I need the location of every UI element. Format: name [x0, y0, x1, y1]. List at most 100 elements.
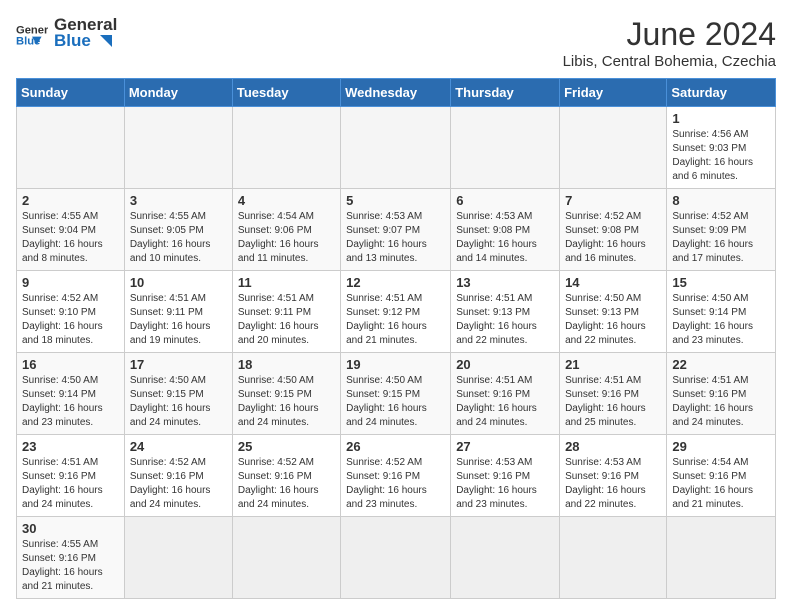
calendar-day-cell: 14 Sunrise: 4:50 AMSunset: 9:13 PMDayligh…: [560, 271, 667, 353]
logo: General Blue General Blue: [16, 16, 117, 50]
calendar-week-row: 9Sunrise: 4:52 AMSunset: 9:10 PMDaylight…: [17, 271, 776, 353]
calendar-day-cell: 6 Sunrise: 4:53 AMSunset: 9:08 PMDaylight…: [451, 189, 560, 271]
day-info: Sunrise: 4:55 AMSunset: 9:16 PMDaylight:…: [22, 538, 119, 594]
calendar-day-cell: 9Sunrise: 4:52 AMSunset: 9:10 PMDaylight…: [17, 271, 125, 353]
calendar-table: Sunday Monday Tuesday Wednesday Thursday…: [16, 78, 776, 599]
day-number: 2: [22, 193, 119, 208]
day-number: 7: [565, 193, 661, 208]
calendar-day-cell: 26 Sunrise: 4:52 AMSunset: 9:16 PMDayligh…: [341, 435, 451, 517]
day-number: 25: [238, 439, 335, 454]
calendar-day-cell: [232, 517, 340, 599]
calendar-week-row: 16Sunrise: 4:50 AMSunset: 9:14 PMDayligh…: [17, 353, 776, 435]
day-info: Sunrise: 4:51 AMSunset: 9:16 PMDaylight:…: [22, 456, 119, 512]
day-number: 6: [456, 193, 554, 208]
svg-text:Blue: Blue: [16, 36, 40, 47]
location: Libis, Central Bohemia, Czechia: [563, 53, 776, 70]
day-info: Sunrise: 4:52 AMSunset: 9:16 PMDaylight:…: [238, 456, 335, 512]
calendar-day-cell: 10 Sunrise: 4:51 AMSunset: 9:11 PMDayligh…: [124, 271, 232, 353]
day-number: 17: [130, 357, 227, 372]
day-number: 5: [346, 193, 445, 208]
day-info: Sunrise: 4:50 AMSunset: 9:13 PMDaylight:…: [565, 292, 661, 348]
calendar-day-cell: 20Sunrise: 4:51 AMSunset: 9:16 PMDayligh…: [451, 353, 560, 435]
calendar-day-cell: 30Sunrise: 4:55 AMSunset: 9:16 PMDayligh…: [17, 517, 125, 599]
calendar-day-cell: 2 Sunrise: 4:55 AMSunset: 9:04 PMDaylight…: [17, 189, 125, 271]
calendar-day-cell: 1 Sunrise: 4:56 AMSunset: 9:03 PMDaylight…: [667, 107, 776, 189]
day-number: 19: [346, 357, 445, 372]
day-number: 9: [22, 275, 119, 290]
col-tuesday: Tuesday: [232, 79, 340, 107]
day-info: Sunrise: 4:52 AMSunset: 9:08 PMDaylight:…: [565, 210, 661, 266]
calendar-header-row: Sunday Monday Tuesday Wednesday Thursday…: [17, 79, 776, 107]
day-number: 21: [565, 357, 661, 372]
logo-triangle-icon: [96, 35, 112, 47]
calendar-day-cell: [451, 107, 560, 189]
day-number: 24: [130, 439, 227, 454]
day-info: Sunrise: 4:50 AMSunset: 9:15 PMDaylight:…: [346, 374, 445, 430]
calendar-week-row: 1 Sunrise: 4:56 AMSunset: 9:03 PMDaylight…: [17, 107, 776, 189]
day-info: Sunrise: 4:51 AMSunset: 9:11 PMDaylight:…: [238, 292, 335, 348]
day-info: Sunrise: 4:51 AMSunset: 9:16 PMDaylight:…: [672, 374, 770, 430]
day-info: Sunrise: 4:50 AMSunset: 9:15 PMDaylight:…: [130, 374, 227, 430]
day-info: Sunrise: 4:52 AMSunset: 9:16 PMDaylight:…: [346, 456, 445, 512]
day-info: Sunrise: 4:53 AMSunset: 9:08 PMDaylight:…: [456, 210, 554, 266]
calendar-week-row: 2 Sunrise: 4:55 AMSunset: 9:04 PMDaylight…: [17, 189, 776, 271]
calendar-day-cell: 23 Sunrise: 4:51 AMSunset: 9:16 PMDayligh…: [17, 435, 125, 517]
calendar-day-cell: 24Sunrise: 4:52 AMSunset: 9:16 PMDayligh…: [124, 435, 232, 517]
calendar-day-cell: 25 Sunrise: 4:52 AMSunset: 9:16 PMDayligh…: [232, 435, 340, 517]
calendar-day-cell: 16Sunrise: 4:50 AMSunset: 9:14 PMDayligh…: [17, 353, 125, 435]
col-saturday: Saturday: [667, 79, 776, 107]
day-number: 14: [565, 275, 661, 290]
day-number: 1: [672, 111, 770, 126]
calendar-week-row: 23 Sunrise: 4:51 AMSunset: 9:16 PMDayligh…: [17, 435, 776, 517]
day-info: Sunrise: 4:50 AMSunset: 9:14 PMDaylight:…: [672, 292, 770, 348]
day-info: Sunrise: 4:56 AMSunset: 9:03 PMDaylight:…: [672, 128, 770, 184]
calendar-week-row: 30Sunrise: 4:55 AMSunset: 9:16 PMDayligh…: [17, 517, 776, 599]
title-area: June 2024 Libis, Central Bohemia, Czechi…: [563, 16, 776, 70]
day-number: 11: [238, 275, 335, 290]
calendar-day-cell: [124, 107, 232, 189]
day-number: 27: [456, 439, 554, 454]
calendar-day-cell: [341, 107, 451, 189]
col-monday: Monday: [124, 79, 232, 107]
day-info: Sunrise: 4:51 AMSunset: 9:16 PMDaylight:…: [565, 374, 661, 430]
day-number: 4: [238, 193, 335, 208]
calendar-day-cell: [667, 517, 776, 599]
day-info: Sunrise: 4:51 AMSunset: 9:12 PMDaylight:…: [346, 292, 445, 348]
day-number: 29: [672, 439, 770, 454]
calendar-day-cell: [560, 517, 667, 599]
svg-text:General: General: [16, 25, 48, 37]
calendar-day-cell: 18Sunrise: 4:50 AMSunset: 9:15 PMDayligh…: [232, 353, 340, 435]
day-info: Sunrise: 4:53 AMSunset: 9:16 PMDaylight:…: [456, 456, 554, 512]
day-number: 18: [238, 357, 335, 372]
day-number: 28: [565, 439, 661, 454]
day-info: Sunrise: 4:55 AMSunset: 9:04 PMDaylight:…: [22, 210, 119, 266]
calendar-day-cell: 28Sunrise: 4:53 AMSunset: 9:16 PMDayligh…: [560, 435, 667, 517]
calendar-day-cell: [341, 517, 451, 599]
generalblue-logo-icon: General Blue: [16, 19, 48, 47]
calendar-day-cell: 8Sunrise: 4:52 AMSunset: 9:09 PMDaylight…: [667, 189, 776, 271]
calendar-day-cell: 15Sunrise: 4:50 AMSunset: 9:14 PMDayligh…: [667, 271, 776, 353]
day-number: 13: [456, 275, 554, 290]
col-thursday: Thursday: [451, 79, 560, 107]
day-number: 26: [346, 439, 445, 454]
calendar-day-cell: 19 Sunrise: 4:50 AMSunset: 9:15 PMDayligh…: [341, 353, 451, 435]
day-info: Sunrise: 4:54 AMSunset: 9:06 PMDaylight:…: [238, 210, 335, 266]
day-info: Sunrise: 4:50 AMSunset: 9:14 PMDaylight:…: [22, 374, 119, 430]
day-info: Sunrise: 4:53 AMSunset: 9:07 PMDaylight:…: [346, 210, 445, 266]
day-info: Sunrise: 4:51 AMSunset: 9:13 PMDaylight:…: [456, 292, 554, 348]
calendar-day-cell: 7 Sunrise: 4:52 AMSunset: 9:08 PMDaylight…: [560, 189, 667, 271]
calendar-day-cell: [232, 107, 340, 189]
calendar-day-cell: 17 Sunrise: 4:50 AMSunset: 9:15 PMDayligh…: [124, 353, 232, 435]
day-number: 22: [672, 357, 770, 372]
month-title: June 2024: [563, 16, 776, 53]
day-info: Sunrise: 4:51 AMSunset: 9:16 PMDaylight:…: [456, 374, 554, 430]
calendar-day-cell: 3Sunrise: 4:55 AMSunset: 9:05 PMDaylight…: [124, 189, 232, 271]
day-info: Sunrise: 4:54 AMSunset: 9:16 PMDaylight:…: [672, 456, 770, 512]
day-number: 23: [22, 439, 119, 454]
calendar-day-cell: [451, 517, 560, 599]
day-info: Sunrise: 4:51 AMSunset: 9:11 PMDaylight:…: [130, 292, 227, 348]
day-number: 10: [130, 275, 227, 290]
calendar-day-cell: 21 Sunrise: 4:51 AMSunset: 9:16 PMDayligh…: [560, 353, 667, 435]
col-friday: Friday: [560, 79, 667, 107]
day-info: Sunrise: 4:52 AMSunset: 9:09 PMDaylight:…: [672, 210, 770, 266]
